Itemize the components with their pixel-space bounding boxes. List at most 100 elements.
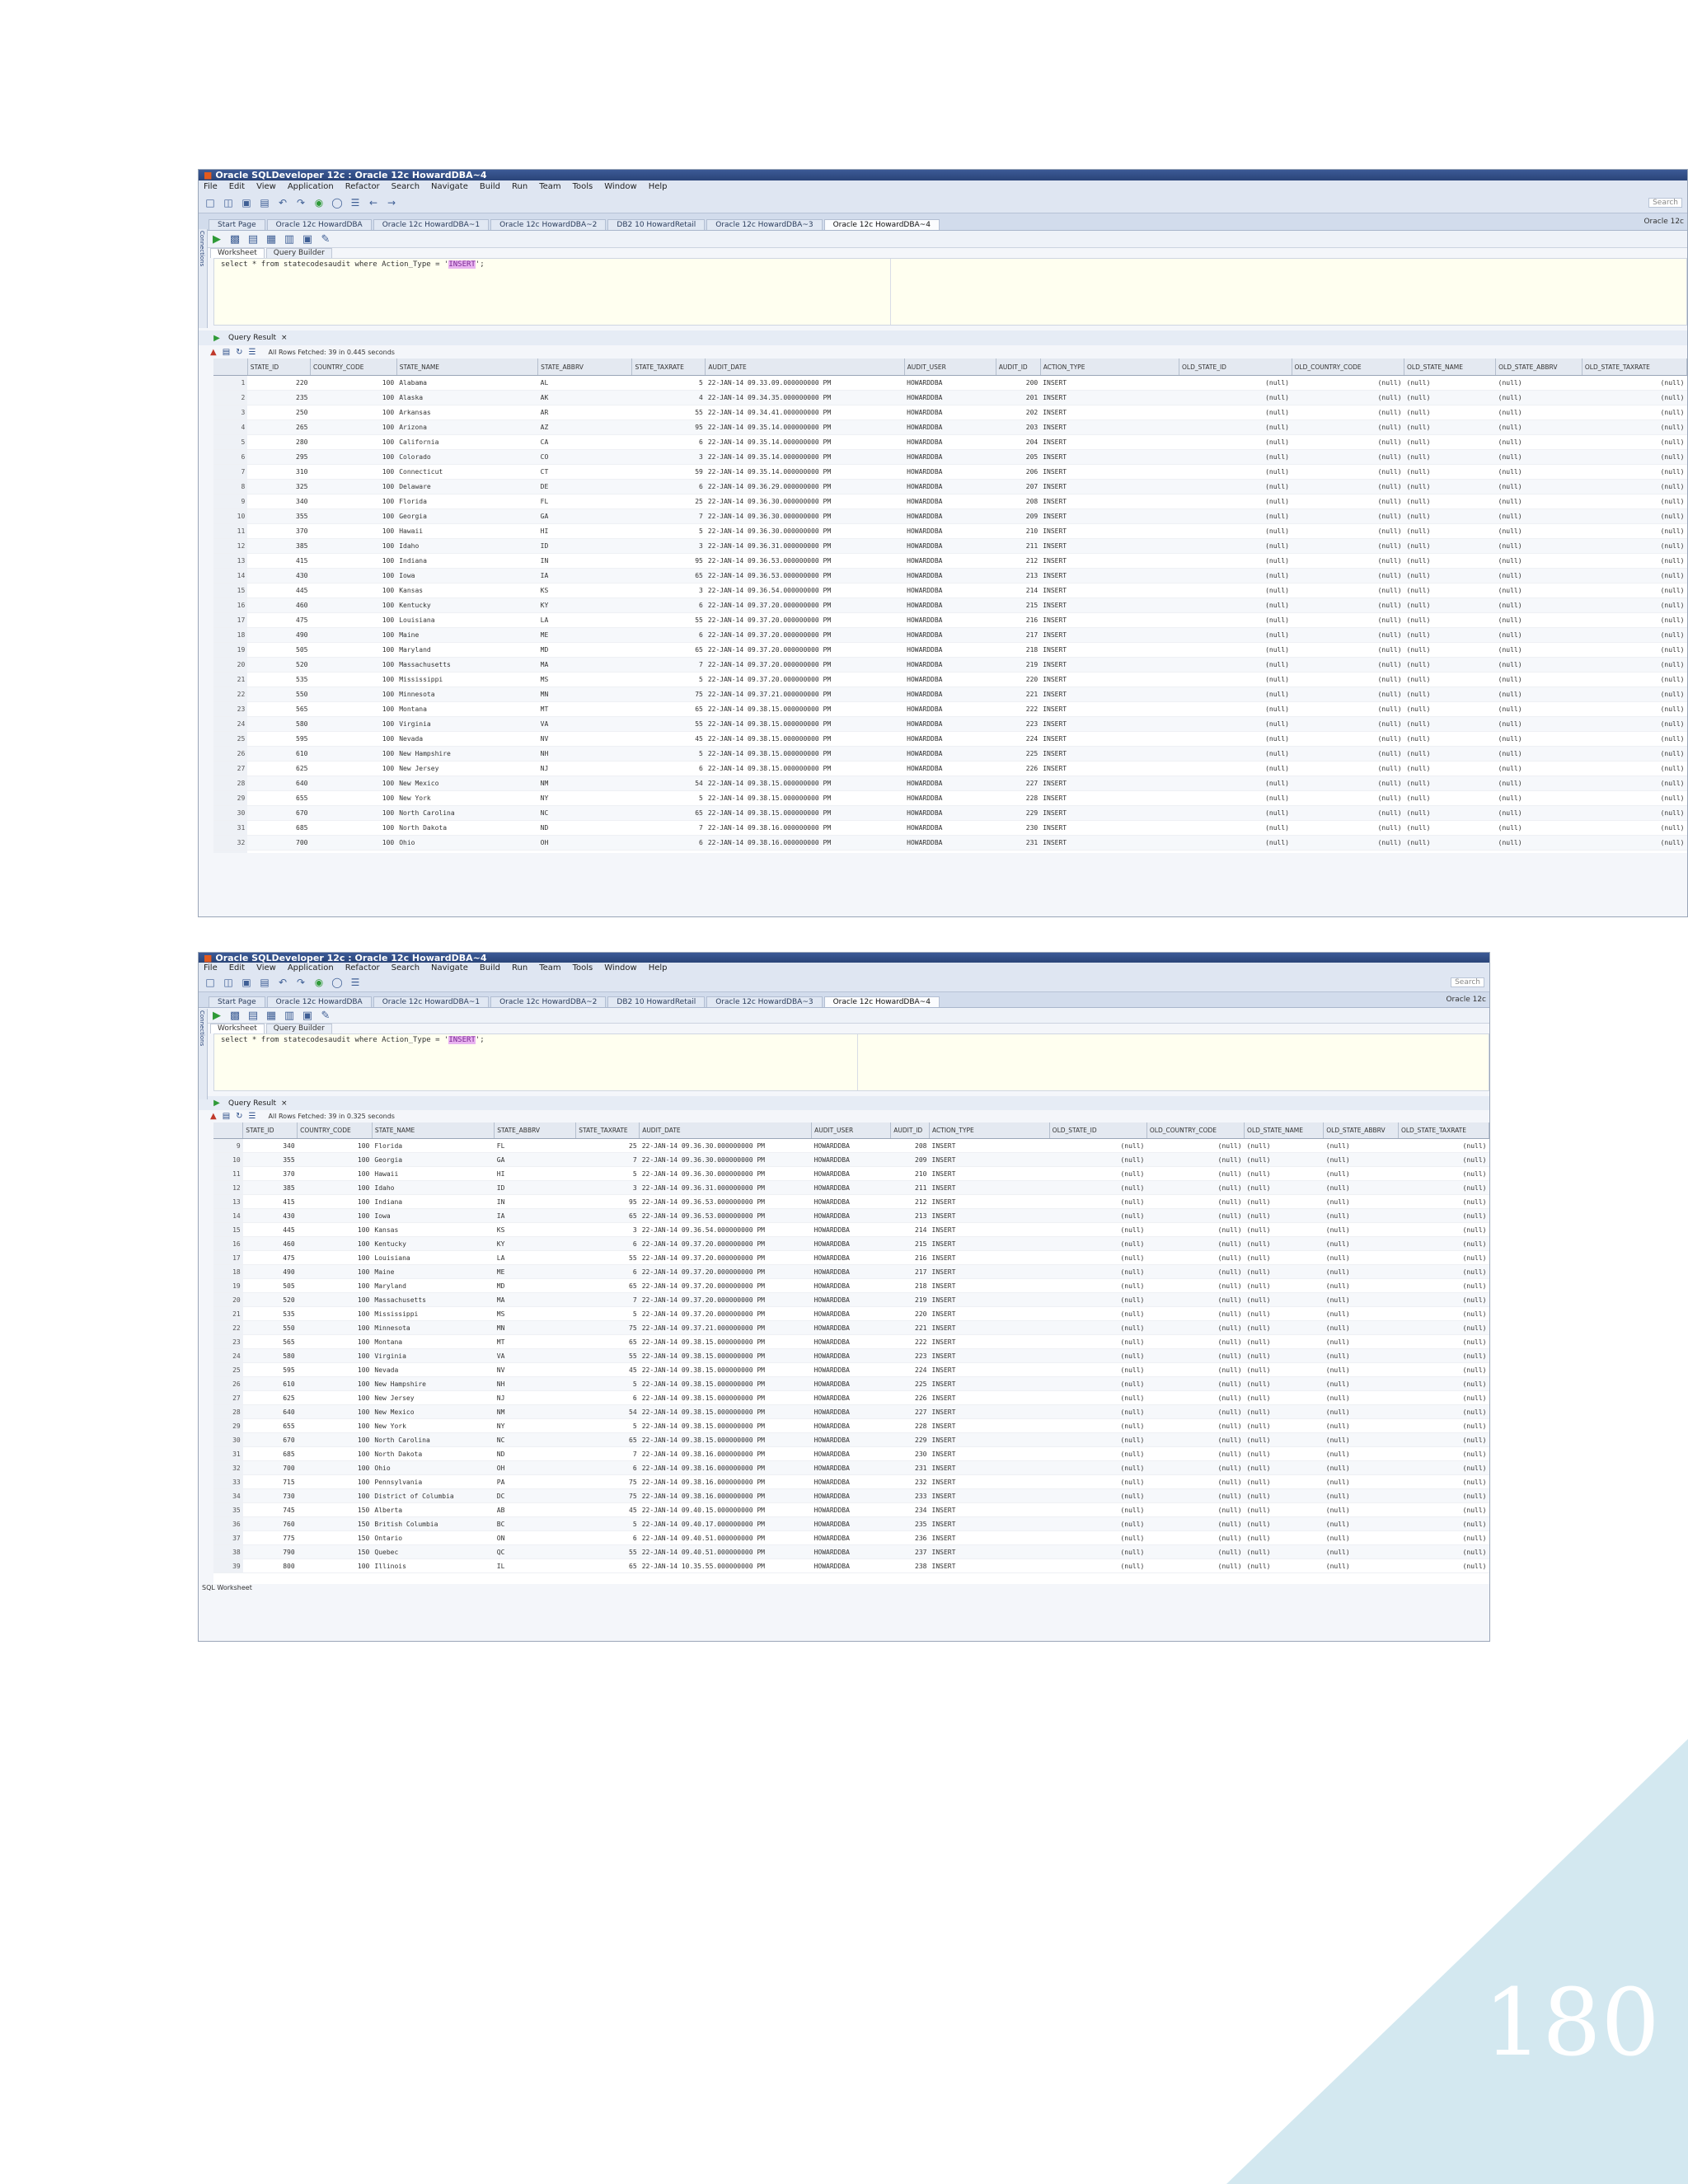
table-row[interactable]: 23 565 100 Montana MT 65 22-JAN-14 09.38.15.00… [213, 1334, 1489, 1349]
editor-tab[interactable]: Oracle 12c HowardDBA [266, 219, 372, 230]
table-row[interactable]: 29 655 100 New York NY 5 22-JAN-14 09.38.15.00… [213, 790, 1687, 806]
autotrace-icon[interactable]: ▥ [283, 233, 296, 246]
menu-item[interactable]: File [204, 963, 218, 972]
column-header[interactable]: STATE_ID [247, 359, 311, 376]
table-row[interactable]: 5 280 100 California CA 6 22-JAN-14 09.35.14.0… [213, 434, 1687, 450]
refresh-icon[interactable]: ↻ [236, 348, 242, 357]
menu-item[interactable]: File [204, 182, 218, 191]
table-row[interactable]: 13 415 100 Indiana IN 95 22-JAN-14 09.36.53.00… [213, 1194, 1489, 1209]
column-header[interactable]: STATE_TAXRATE [631, 359, 706, 376]
export-icon[interactable]: ▤ [223, 348, 230, 357]
column-header[interactable]: AUDIT_DATE [705, 359, 905, 376]
table-row[interactable]: 19 505 100 Maryland MD 65 22-JAN-14 09.37.20.0… [213, 1278, 1489, 1293]
column-header[interactable]: OLD_STATE_ABBRV [1323, 1122, 1399, 1139]
table-row[interactable]: 37 775 150 Ontario ON 6 22-JAN-14 09.40.51.000… [213, 1530, 1489, 1545]
editor-tab[interactable]: Oracle 12c HowardDBA~4 [823, 219, 940, 230]
column-header[interactable]: OLD_STATE_ABBRV [1495, 359, 1582, 376]
run-script-icon[interactable]: ▩ [228, 1010, 241, 1022]
menu-item[interactable]: Window [604, 182, 636, 191]
table-row[interactable]: 14 430 100 Iowa IA 65 22-JAN-14 09.36.53.00000… [213, 568, 1687, 583]
redo-icon[interactable]: ↷ [294, 197, 307, 209]
column-header[interactable]: OLD_STATE_TAXRATE [1398, 1122, 1489, 1139]
menu-item[interactable]: Help [649, 182, 668, 191]
table-row[interactable]: 20 520 100 Massachusetts MA 7 22-JAN-14 09.37.… [213, 657, 1687, 673]
table-row[interactable]: 35 745 150 Alberta AB 45 22-JAN-14 09.40.15.00… [213, 1502, 1489, 1517]
connection-selector[interactable]: Oracle 12c [1446, 996, 1489, 1004]
table-row[interactable]: 6 295 100 Colorado CO 3 22-JAN-14 09.35.14.000… [213, 449, 1687, 465]
undo-icon[interactable]: ↶ [276, 977, 289, 988]
sql-editor[interactable]: select * from statecodesaudit where Acti… [213, 1033, 1489, 1091]
table-row[interactable]: 12 385 100 Idaho ID 3 22-JAN-14 09.36.31.00000… [213, 1180, 1489, 1195]
menu-item[interactable]: Tools [573, 182, 593, 191]
run-statement-icon[interactable]: ▶ [210, 233, 223, 246]
save-icon[interactable]: ▣ [240, 197, 253, 209]
sql-icon[interactable]: ☰ [249, 348, 256, 357]
query-builder-tab[interactable]: Query Builder [265, 248, 332, 258]
table-row[interactable]: 20 520 100 Massachusetts MA 7 22-JAN-14 09.37.… [213, 1292, 1489, 1307]
menu-item[interactable]: Search [392, 182, 420, 191]
column-header[interactable]: COUNTRY_CODE [297, 1122, 373, 1139]
table-row[interactable]: 3 250 100 Arkansas AR 55 22-JAN-14 09.34.41.00… [213, 405, 1687, 420]
worksheet-tab[interactable]: Worksheet [210, 248, 265, 258]
run-statement-icon[interactable]: ▶ [210, 1010, 223, 1022]
table-row[interactable]: 24 580 100 Virginia VA 55 22-JAN-14 09.38.15.0… [213, 716, 1687, 732]
menu-item[interactable]: Build [480, 963, 500, 972]
table-row[interactable]: 27 625 100 New Jersey NJ 6 22-JAN-14 09.38.15.… [213, 1390, 1489, 1405]
column-header[interactable]: STATE_TAXRATE [575, 1122, 640, 1139]
rollback-icon[interactable]: ▦ [265, 233, 278, 246]
back-icon[interactable]: ← [367, 197, 380, 209]
menu-item[interactable]: Application [288, 182, 334, 191]
table-row[interactable]: 32 700 100 Ohio OH 6 22-JAN-14 09.38.16.000000… [213, 1460, 1489, 1475]
connection-selector[interactable]: Oracle 12c [1643, 218, 1687, 226]
menu-item[interactable]: Help [649, 963, 668, 972]
table-row[interactable]: 1 220 100 Alabama AL 5 22-JAN-14 09.33.09.0000… [213, 375, 1687, 391]
table-row[interactable]: 12 385 100 Idaho ID 3 22-JAN-14 09.36.31.00000… [213, 538, 1687, 554]
editor-tab[interactable]: Oracle 12c HowardDBA~3 [706, 996, 823, 1007]
menu-item[interactable]: Edit [229, 963, 245, 972]
forward-icon[interactable]: → [385, 197, 398, 209]
result-tab[interactable]: ▶ Query Result × [199, 1096, 1489, 1110]
sql-icon[interactable]: ☰ [349, 197, 362, 209]
clear-icon[interactable]: ✎ [319, 1010, 332, 1022]
column-header[interactable]: AUDIT_USER [811, 1122, 892, 1139]
menu-item[interactable]: Navigate [431, 963, 468, 972]
column-header[interactable]: ACTION_TYPE [929, 1122, 1050, 1139]
export-icon[interactable]: ▤ [223, 1112, 230, 1121]
table-row[interactable]: 34 730 100 District of Columbia DC 75 22-JAN-1… [213, 1488, 1489, 1503]
explain-icon[interactable]: ▣ [301, 1010, 314, 1022]
close-result-icon[interactable]: × [281, 1099, 288, 1108]
explain-icon[interactable]: ▣ [301, 233, 314, 246]
save-all-icon[interactable]: ▤ [258, 197, 271, 209]
table-row[interactable]: 32 700 100 Ohio OH 6 22-JAN-14 09.38.16.000000… [213, 835, 1687, 851]
table-row[interactable]: 21 535 100 Mississippi MS 5 22-JAN-14 09.37.20… [213, 1306, 1489, 1321]
menu-item[interactable]: Team [539, 963, 560, 972]
menu-item[interactable]: Tools [573, 963, 593, 972]
table-row[interactable]: 25 595 100 Nevada NV 45 22-JAN-14 09.38.15.000… [213, 1362, 1489, 1377]
run-icon[interactable]: ◉ [312, 197, 326, 209]
table-row[interactable]: 38 790 150 Quebec QC 55 22-JAN-14 09.40.51.000… [213, 1544, 1489, 1559]
column-header[interactable]: OLD_STATE_NAME [1244, 1122, 1325, 1139]
table-row[interactable]: 33715100PennsylvaniaPA7522-JAN-14 09.38.… [213, 1474, 1489, 1489]
column-header[interactable]: OLD_STATE_NAME [1404, 359, 1497, 376]
table-row[interactable]: 11 370 100 Hawaii HI 5 22-JAN-14 09.36.30.0000… [213, 1166, 1489, 1181]
table-row[interactable]: 30 670 100 North Carolina NC 65 22-JAN-14 09.3… [213, 1432, 1489, 1447]
commit-icon[interactable]: ▤ [246, 233, 260, 246]
debug-icon[interactable]: ◯ [331, 977, 344, 988]
menu-item[interactable]: Run [512, 963, 528, 972]
clear-icon[interactable]: ✎ [319, 233, 332, 246]
redo-icon[interactable]: ↷ [294, 977, 307, 988]
editor-tab[interactable]: Oracle 12c HowardDBA~2 [490, 219, 607, 230]
column-header[interactable]: OLD_STATE_TAXRATE [1582, 359, 1687, 376]
table-row[interactable]: 10 355 100 Georgia GA 7 22-JAN-14 09.36.30.000… [213, 509, 1687, 524]
table-row[interactable]: 15 445 100 Kansas KS 3 22-JAN-14 09.36.54.0000… [213, 583, 1687, 598]
table-row[interactable]: 25 595 100 Nevada NV 45 22-JAN-14 09.38.15.000… [213, 731, 1687, 747]
table-row[interactable]: 2 235 100 Alaska AK 4 22-JAN-14 09.34.35.00000… [213, 390, 1687, 405]
menu-item[interactable]: Refactor [345, 963, 380, 972]
column-header[interactable]: OLD_STATE_ID [1049, 1122, 1147, 1139]
menu-item[interactable]: Run [512, 182, 528, 191]
menu-item[interactable]: View [256, 963, 276, 972]
table-row[interactable]: 26 610 100 New Hampshire NH 5 22-JAN-14 09.38.… [213, 746, 1687, 762]
table-row[interactable]: 27 625 100 New Jersey NJ 6 22-JAN-14 09.38.15.… [213, 761, 1687, 776]
table-row[interactable]: 10 355 100 Georgia GA 7 22-JAN-14 09.36.30.000… [213, 1152, 1489, 1167]
autotrace-icon[interactable]: ▥ [283, 1010, 296, 1022]
